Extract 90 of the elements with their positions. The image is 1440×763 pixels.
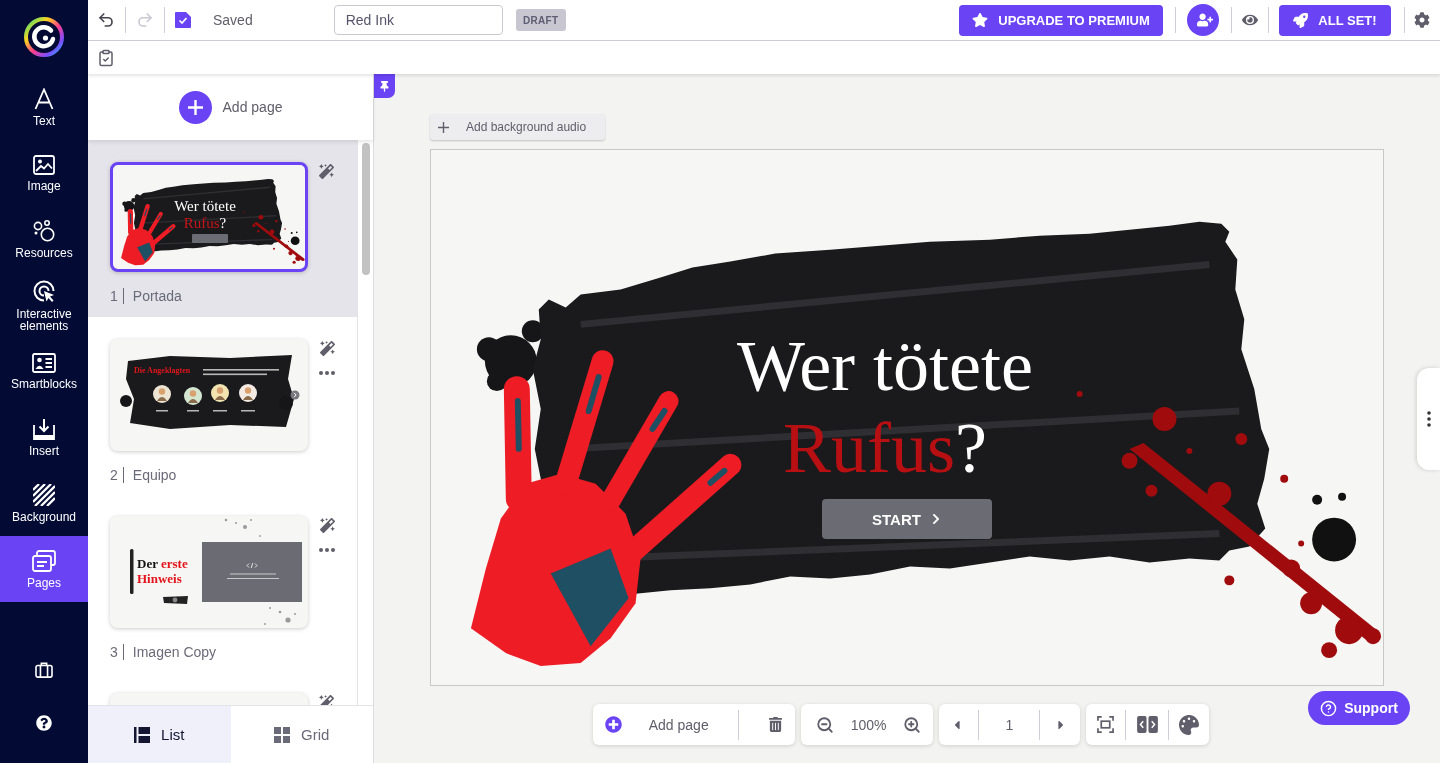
- page-item[interactable]: Die Angeklagten 2 Equipo: [88, 317, 357, 494]
- ink-blot-drawing: [122, 198, 136, 212]
- id-card-icon: [32, 352, 56, 373]
- support-button[interactable]: Support: [1308, 691, 1410, 725]
- character-icon: [153, 385, 171, 403]
- scrollbar-thumb[interactable]: [362, 143, 370, 275]
- ink-blot-drawing: [120, 395, 132, 407]
- pin-icon: [379, 80, 390, 92]
- rocket-icon: [1293, 12, 1309, 28]
- draft-badge: DRAFT: [515, 9, 566, 31]
- download-tray-icon: [33, 417, 55, 440]
- view-tab[interactable]: List: [88, 706, 231, 763]
- upgrade-button[interactable]: UPGRADE TO PREMIUM: [959, 4, 1163, 36]
- sidebar-item[interactable]: Interactive elements: [0, 272, 88, 338]
- character-icon: [211, 384, 229, 402]
- add-user-icon: [1196, 12, 1213, 28]
- help-icon[interactable]: [36, 714, 52, 731]
- zoom-out-icon[interactable]: [815, 715, 834, 734]
- stripes-icon: [33, 483, 55, 506]
- character-icon: [184, 387, 202, 405]
- page-number: 3: [110, 644, 124, 660]
- handprint-drawing: [121, 203, 176, 266]
- ink-blot-drawing: [290, 231, 300, 245]
- star-icon: [972, 12, 989, 28]
- briefcase-icon[interactable]: [35, 661, 53, 678]
- page-title: Equipo: [132, 467, 177, 483]
- page-item[interactable]: Der erste Hinweis 3 Imagen Copy: [88, 494, 357, 671]
- ink-smudge-drawing: [163, 596, 188, 604]
- magic-wand-icon[interactable]: [319, 341, 335, 356]
- side-panel-handle[interactable]: [1417, 368, 1440, 470]
- add-user-button[interactable]: [1187, 4, 1219, 36]
- stacked-pages-icon: [32, 549, 56, 572]
- current-page: 1: [1005, 716, 1014, 733]
- plus-icon: [438, 121, 449, 133]
- circles-icon: [33, 219, 55, 242]
- sidebar-item[interactable]: Smartblocks: [0, 338, 88, 404]
- pointer-click-icon: [32, 278, 56, 303]
- save-status: Saved: [213, 12, 253, 28]
- thumbnail-title: Der erste Hinweis: [137, 556, 189, 586]
- all-set-button[interactable]: ALL SET!: [1279, 4, 1391, 36]
- sidebar-item[interactable]: Resources: [0, 206, 88, 272]
- page-item[interactable]: Wer tötete Rufus? 1 Portada: [88, 140, 357, 317]
- sidebar-item[interactable]: Text: [0, 74, 88, 140]
- code-icon: [246, 562, 258, 569]
- pin-tab[interactable]: [374, 74, 395, 98]
- ink-bar-drawing: [130, 549, 134, 594]
- sidebar-item[interactable]: Pages: [0, 536, 88, 602]
- sidebar-item[interactable]: Background: [0, 470, 88, 536]
- add-audio-button[interactable]: Add background audio: [430, 114, 605, 140]
- slide-canvas[interactable]: Wer tötete Rufus? START: [430, 149, 1384, 686]
- grid-view-icon: [274, 726, 291, 743]
- sidebar-item[interactable]: Insert: [0, 404, 88, 470]
- add-page-button[interactable]: Add page: [178, 90, 283, 124]
- split-view-icon[interactable]: [1137, 716, 1159, 733]
- page-title: Imagen Copy: [132, 644, 217, 660]
- vertical-dots-icon: [1426, 411, 1431, 427]
- start-button[interactable]: START: [822, 499, 992, 539]
- title-field[interactable]: Red Ink: [333, 5, 503, 35]
- character-icon: [239, 384, 257, 402]
- zoom-level: 100%: [850, 716, 887, 733]
- image-icon: [33, 154, 55, 175]
- button-drawing: [192, 234, 228, 243]
- ink-blot-drawing: [1312, 492, 1357, 562]
- settings-icon[interactable]: [1414, 12, 1430, 28]
- preview-eye-icon[interactable]: [1242, 12, 1258, 28]
- thumbnail-title: Die Angeklagten: [134, 366, 191, 375]
- page-title: Portada: [132, 288, 182, 304]
- more-options-icon[interactable]: [319, 548, 335, 552]
- thumbnail-title: Wer tötete Rufus?: [173, 198, 237, 232]
- magic-wand-icon[interactable]: [319, 518, 335, 533]
- sidebar-item[interactable]: Image: [0, 140, 88, 206]
- fit-screen-icon[interactable]: [1097, 716, 1115, 733]
- more-options-icon[interactable]: [319, 371, 335, 375]
- next-arrow-icon: [290, 390, 300, 400]
- magic-wand-icon[interactable]: [319, 164, 334, 179]
- trash-icon[interactable]: [767, 717, 783, 732]
- zoom-in-icon[interactable]: [903, 715, 922, 734]
- slide-title: Wer tötete Rufus?: [735, 325, 1035, 489]
- text-lines-drawing: [227, 573, 279, 579]
- palette-icon[interactable]: [1179, 714, 1200, 735]
- list-view-icon: [134, 726, 151, 743]
- page-number: 2: [110, 467, 124, 483]
- blood-splatter-drawing: [243, 211, 305, 264]
- page-number: 1: [110, 288, 124, 304]
- text-icon: [34, 87, 54, 110]
- undo-icon[interactable]: [97, 11, 115, 29]
- logo-icon[interactable]: [24, 17, 64, 57]
- add-circle-icon: [178, 90, 212, 124]
- help-icon: [1320, 699, 1338, 717]
- clipboard-check-icon[interactable]: [97, 48, 115, 67]
